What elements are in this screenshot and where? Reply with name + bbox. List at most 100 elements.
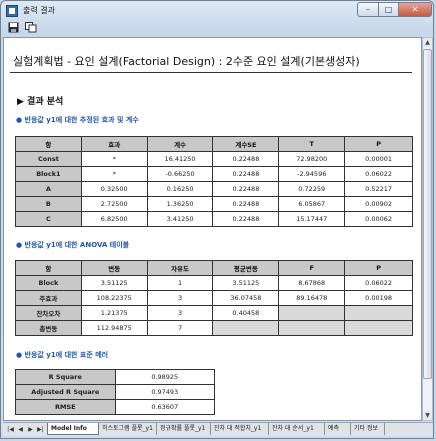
table-row: 잔차오차 1.21375 3 0.40458 bbox=[15, 305, 413, 321]
first-tab-icon[interactable]: |◀ bbox=[6, 425, 15, 434]
table-row: C 6.82500 3.41250 0.22488 15.17447 0.00062 bbox=[15, 211, 413, 227]
table-cell: 0.52217 bbox=[344, 181, 413, 197]
result-heading: ▶ 결과 분석 bbox=[17, 97, 64, 107]
table-cell: 1 bbox=[146, 275, 214, 291]
table-cell: 0.22488 bbox=[212, 151, 280, 167]
table-cell: 3.41250 bbox=[146, 211, 214, 227]
table-row: Const * 16.41250 0.22488 72.98200 0.00001 bbox=[15, 151, 413, 167]
app-icon bbox=[6, 5, 18, 17]
toolbar bbox=[3, 21, 431, 35]
column-header: 변동 bbox=[80, 260, 148, 276]
sheet-tab[interactable]: 잔차 대 적합치_y1 bbox=[211, 423, 269, 435]
table-cell: 0.32500 bbox=[80, 181, 148, 197]
close-button[interactable]: ✕ bbox=[398, 2, 432, 17]
report-title: 실험계획법 - 요인 설계(Factorial Design) : 2수준 요인… bbox=[13, 55, 360, 68]
table-cell: 0.06022 bbox=[344, 275, 413, 291]
table-cell: 16.41250 bbox=[146, 151, 214, 167]
scroll-down-icon[interactable]: ▼ bbox=[423, 411, 432, 420]
table-cell bbox=[278, 305, 346, 321]
table-cell: 0.00902 bbox=[344, 196, 413, 212]
table-cell: 36.07458 bbox=[212, 290, 280, 306]
table-cell: 0.00198 bbox=[344, 290, 413, 306]
table-cell: 0.72259 bbox=[278, 181, 346, 197]
sheet-tab[interactable]: Model Info bbox=[47, 423, 99, 435]
table-cell: 0.16250 bbox=[146, 181, 214, 197]
table-cell: 0.00001 bbox=[344, 151, 413, 167]
section-heading-effects: ● 반응값 y1에 대한 추정된 효과 및 계수 bbox=[16, 116, 139, 124]
table-cell: 0.22488 bbox=[212, 181, 280, 197]
window-title: 출력 결과 bbox=[23, 6, 55, 15]
sheet-tab[interactable]: 예측 bbox=[325, 423, 351, 435]
table-cell: 0.06022 bbox=[344, 166, 413, 182]
output-window: 출력 결과 – □ ✕ 실험계획법 - 요인 설계(Factorial Desi… bbox=[0, 0, 434, 439]
table-cell: 0.40458 bbox=[212, 305, 280, 321]
title-bar: 출력 결과 – □ ✕ bbox=[1, 1, 433, 23]
table-row: Block 3.51125 1 3.51125 8.67868 0.06022 bbox=[15, 275, 413, 291]
title-divider bbox=[10, 72, 412, 73]
table-cell: 2.72500 bbox=[80, 196, 148, 212]
table-cell: 0.98925 bbox=[114, 369, 216, 385]
vertical-scrollbar[interactable]: ▲ ▼ bbox=[422, 37, 433, 421]
table-row: RMSE 0.63607 bbox=[15, 399, 216, 415]
table-cell: 0.22488 bbox=[212, 196, 280, 212]
row-label: 잔차오차 bbox=[15, 305, 82, 321]
table-cell: 89.16478 bbox=[278, 290, 346, 306]
table-cell: 15.17447 bbox=[278, 211, 346, 227]
scroll-up-icon[interactable]: ▲ bbox=[423, 38, 432, 47]
table-cell bbox=[344, 320, 413, 336]
next-tab-icon[interactable]: ▶ bbox=[26, 425, 35, 434]
table-cell: 0.00062 bbox=[344, 211, 413, 227]
row-label: C bbox=[15, 211, 82, 227]
table-row: Adjusted R Square 0.97493 bbox=[15, 384, 216, 400]
column-header: 항 bbox=[15, 260, 82, 276]
table-cell: 7 bbox=[146, 320, 214, 336]
sheet-tab[interactable]: 히스토그램 플롯_y1 bbox=[99, 423, 157, 435]
table-cell bbox=[212, 320, 280, 336]
column-header: P bbox=[344, 260, 413, 276]
sheet-tab-bar: |◀ ◀ ▶ ▶| Model Info 히스토그램 플롯_y1 정규확률 플롯_y… bbox=[3, 422, 433, 436]
table-cell: * bbox=[80, 151, 148, 167]
section-heading-error: ● 반응값 y1에 대한 표준 메러 bbox=[16, 351, 109, 359]
table-row: Block1 * -0.66250 0.22488 -2.94596 0.06022 bbox=[15, 166, 413, 182]
save-icon[interactable] bbox=[7, 22, 19, 33]
row-label: B bbox=[15, 196, 82, 212]
table-cell: 8.67868 bbox=[278, 275, 346, 291]
table-cell bbox=[344, 305, 413, 321]
table-cell: 3 bbox=[146, 305, 214, 321]
sheet-tab[interactable]: 잔차 대 순서_y1 bbox=[269, 423, 325, 435]
row-label: 주효과 bbox=[15, 290, 82, 306]
minimize-button[interactable]: – bbox=[357, 2, 379, 17]
column-header: 계수 bbox=[146, 136, 214, 152]
row-label: A bbox=[15, 181, 82, 197]
row-label: Adjusted R Square bbox=[15, 384, 116, 400]
scroll-thumb[interactable] bbox=[423, 49, 432, 379]
table-cell: * bbox=[80, 166, 148, 182]
copy-icon[interactable] bbox=[25, 22, 37, 33]
table-cell bbox=[278, 320, 346, 336]
row-label: Block1 bbox=[15, 166, 82, 182]
anova-table: 항 변동 자유도 평균변동 F P Block 3.51125 1 3.51125 8.67868 0… bbox=[15, 260, 413, 336]
table-row: B 2.72500 1.36250 0.22488 6.05867 0.00902 bbox=[15, 196, 413, 212]
section-heading-anova: ● 반응값 y1에 대한 ANOVA 테이블 bbox=[16, 241, 130, 249]
row-label: Block bbox=[15, 275, 82, 291]
table-cell: 3.51125 bbox=[80, 275, 148, 291]
last-tab-icon[interactable]: ▶| bbox=[36, 425, 45, 434]
table-cell: 6.82500 bbox=[80, 211, 148, 227]
table-cell: 1.21375 bbox=[80, 305, 148, 321]
table-header-row: 항 변동 자유도 평균변동 F P bbox=[15, 260, 413, 276]
column-header: T bbox=[278, 136, 346, 152]
column-header: 항 bbox=[15, 136, 82, 152]
table-row: 주효과 108.22375 3 36.07458 89.16478 0.00198 bbox=[15, 290, 413, 306]
sheet-tab[interactable]: 정규확률 플롯_y1 bbox=[157, 423, 211, 435]
table-cell: 72.98200 bbox=[278, 151, 346, 167]
table-cell: 0.63607 bbox=[114, 399, 216, 415]
table-cell: -2.94596 bbox=[278, 166, 346, 182]
table-row: A 0.32500 0.16250 0.22488 0.72259 0.52217 bbox=[15, 181, 413, 197]
prev-tab-icon[interactable]: ◀ bbox=[16, 425, 25, 434]
table-cell: 108.22375 bbox=[80, 290, 148, 306]
column-header: 평균변동 bbox=[212, 260, 280, 276]
sheet-tab[interactable]: 기타 정보 bbox=[351, 423, 385, 435]
table-cell: 3.51125 bbox=[212, 275, 280, 291]
maximize-button[interactable]: □ bbox=[378, 2, 399, 17]
table-cell: 6.05867 bbox=[278, 196, 346, 212]
